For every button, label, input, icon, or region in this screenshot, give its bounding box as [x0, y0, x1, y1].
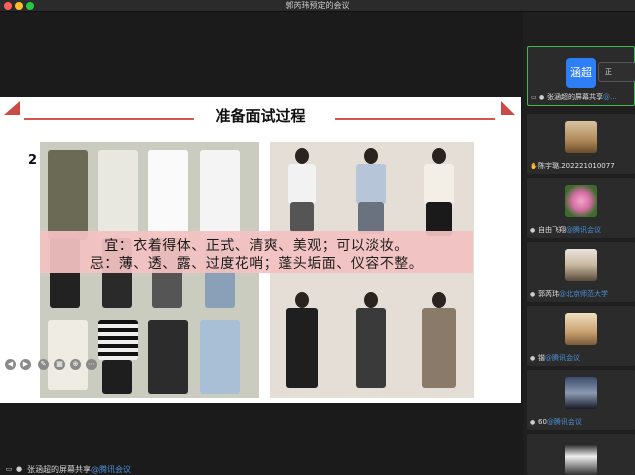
mic-icon: ● [539, 94, 545, 101]
participant-name: ● 郭芮玮@北京师范大学 [530, 290, 608, 298]
window-title: 郭芮玮预定的会议 [285, 1, 350, 10]
share-owner-org: @腾讯会议 [91, 465, 131, 474]
avatar [565, 249, 597, 281]
avatar [565, 121, 597, 153]
share-status-text: 张涵超的屏幕共享@腾讯会议 [27, 464, 131, 475]
participant-name: ● 锴@腾讯会议 [530, 354, 580, 362]
avatar [565, 185, 597, 217]
participant-tile[interactable] [527, 434, 635, 475]
next-slide-icon[interactable]: ▶ [20, 359, 31, 370]
screen-icon: ▭ [5, 465, 13, 473]
previous-slide-icon[interactable]: ◀ [5, 359, 16, 370]
mic-muted-icon: ● [530, 291, 536, 298]
pen-icon[interactable]: ✎ [38, 359, 49, 370]
participant-name: ▭ ● 张涵超的屏幕共享@... [531, 93, 617, 101]
participant-name: ● 自由飞翔@腾讯会议 [530, 226, 601, 234]
participant-tile[interactable]: ● 郭芮玮@北京师范大学 [527, 242, 635, 302]
avatar [565, 313, 597, 345]
slide-title: 准备面试过程 [215, 107, 306, 125]
avatar [565, 377, 597, 409]
dress-code-banner: 宜：衣着得体、正式、清爽、美观；可以淡妆。 忌：薄、透、露、过度花哨；蓬头垢面、… [40, 231, 473, 273]
mic-icon: ● [15, 465, 23, 473]
hand-raise-icon: ✋ [530, 163, 538, 170]
avatar [565, 444, 597, 475]
participant-tile[interactable]: ✋陈宇璐.202221010077 [527, 114, 635, 174]
share-owner-label: 张涵超的屏幕共享 [27, 465, 91, 474]
dress-code-dont: 忌：薄、透、露、过度花哨；蓬头垢面、仪容不整。 [89, 256, 424, 272]
screen-share-icon: ▭ [531, 94, 537, 101]
dress-code-do: 宜：衣着得体、正式、清爽、美观；可以淡妆。 [104, 238, 409, 254]
speaking-tooltip: 正 [598, 62, 635, 82]
mic-muted-icon: ● [530, 227, 536, 234]
participant-gallery[interactable]: 涵超 ▭ ● 张涵超的屏幕共享@... 正 ✋陈宇璐.202221010077 ● 自… [523, 12, 635, 475]
slide-page-number: 2 [28, 153, 38, 168]
participant-tile[interactable]: ● 锴@腾讯会议 [527, 306, 635, 366]
zoom-icon[interactable]: ⊕ [70, 359, 81, 370]
participant-tile[interactable]: ● 60@腾讯会议 [527, 370, 635, 430]
participant-name: ✋陈宇璐.202221010077 [530, 162, 615, 170]
slide-toolbar: ◀ ▶ ✎ ▦ ⊕ ⋯ [0, 359, 140, 373]
window-titlebar: 郭芮玮预定的会议 [0, 0, 635, 12]
share-status-bar: ▭ ● 张涵超的屏幕共享@腾讯会议 [0, 463, 523, 475]
mic-muted-icon: ● [530, 355, 536, 362]
participant-tile[interactable]: ● 自由飞翔@腾讯会议 [527, 178, 635, 238]
mic-muted-icon: ● [530, 419, 536, 426]
shared-screen-stage: 准备面试过程 2 宜：衣着得体、正式、清爽、美观；可以淡妆。 忌：薄、透、露、过… [0, 12, 523, 463]
participant-name: ● 60@腾讯会议 [530, 418, 582, 426]
more-icon[interactable]: ⋯ [86, 359, 97, 370]
shared-slide: 准备面试过程 2 宜：衣着得体、正式、清爽、美观；可以淡妆。 忌：薄、透、露、过… [0, 97, 521, 403]
avatar: 涵超 [566, 58, 596, 88]
grid-icon[interactable]: ▦ [54, 359, 65, 370]
